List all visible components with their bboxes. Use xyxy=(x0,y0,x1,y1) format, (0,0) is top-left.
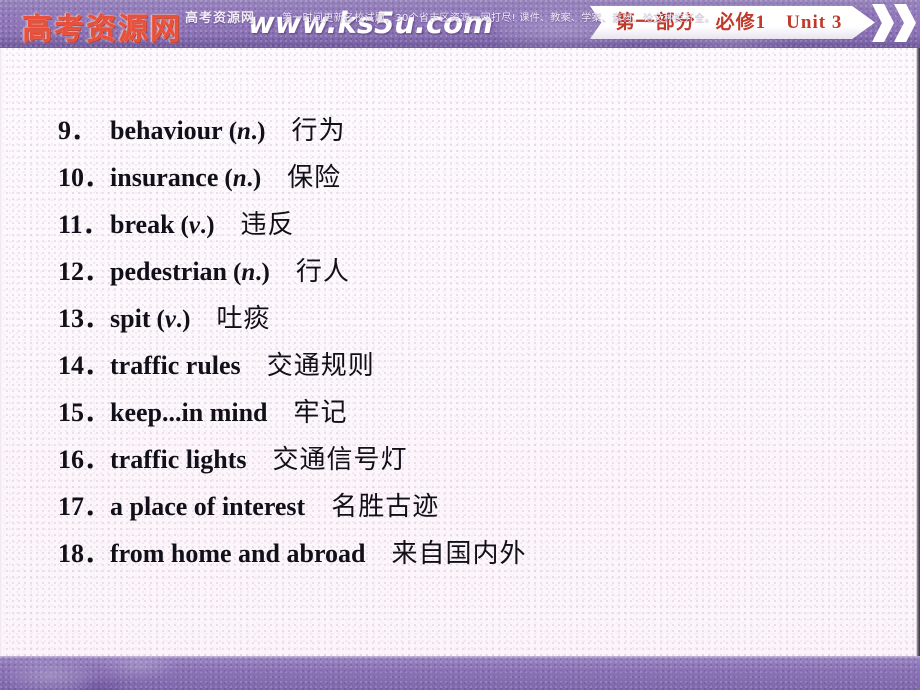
vocab-number: 17． xyxy=(58,492,111,521)
vocab-part-of-speech: (n.) xyxy=(224,165,262,192)
vocab-term: break xyxy=(110,210,175,239)
vocab-translation: 来自国内外 xyxy=(391,539,527,569)
vocab-row: 16． traffic lights 交通信号灯 xyxy=(58,439,878,486)
vocab-number: 11． xyxy=(58,210,109,239)
footer-highlight xyxy=(0,656,920,659)
vocab-number: 16． xyxy=(58,445,111,474)
slide-root: 高考资源网 www.ks5u.com 第一部分 必修1 Unit 3 9． beh… xyxy=(0,0,920,690)
vocab-number: 9． xyxy=(58,116,98,145)
vocab-term: traffic rules xyxy=(110,351,241,380)
vocab-term: keep...in mind xyxy=(110,398,268,427)
vocab-translation: 交通信号灯 xyxy=(272,445,408,475)
vocab-translation: 吐痰 xyxy=(216,304,271,334)
vocab-translation: 违反 xyxy=(240,210,295,240)
vocab-number: 12． xyxy=(58,257,111,286)
vocab-row: 9． behaviour (n.) 行为 xyxy=(58,110,878,157)
vocab-translation: 行人 xyxy=(295,257,350,287)
vocab-number: 18． xyxy=(58,539,111,568)
vocabulary-list: 9． behaviour (n.) 行为 10． insurance (n.) 保险 11． br… xyxy=(58,110,878,580)
slide-content: 9． behaviour (n.) 行为 10． insurance (n.) 保险 11． br… xyxy=(0,48,920,656)
vocab-part-of-speech: (n.) xyxy=(233,259,270,286)
vocab-row: 18． from home and abroad 来自国内外 xyxy=(58,533,878,580)
vocab-term: from home and abroad xyxy=(110,539,366,568)
vocab-number: 15． xyxy=(58,398,111,427)
vocab-term: insurance xyxy=(110,163,219,192)
vocab-translation: 名胜古迹 xyxy=(331,492,440,522)
vocab-part-of-speech: (v.) xyxy=(156,306,191,333)
footer-bar xyxy=(0,656,920,690)
vocab-translation: 牢记 xyxy=(293,398,348,428)
vocab-term: a place of interest xyxy=(110,492,306,521)
vocab-part-of-speech: (v.) xyxy=(180,212,215,239)
vocab-row: 17． a place of interest 名胜古迹 xyxy=(58,486,878,533)
vocab-number: 10． xyxy=(58,163,111,192)
vocab-term: spit xyxy=(110,304,151,333)
vocab-row: 15． keep...in mind 牢记 xyxy=(58,392,878,439)
vocab-row: 13． spit (v.) 吐痰 xyxy=(58,298,878,345)
site-logo: 高考资源网 xyxy=(22,12,182,47)
vocab-number: 14． xyxy=(58,351,111,380)
vocab-term: traffic lights xyxy=(110,445,247,474)
vocab-term: behaviour xyxy=(110,116,223,145)
vocab-row: 14． traffic rules 交通规则 xyxy=(58,345,878,392)
vocab-translation: 行为 xyxy=(291,116,346,146)
footer-logo: 高考资源网 xyxy=(185,11,256,26)
vocab-row: 12． pedestrian (n.) 行人 xyxy=(58,251,878,298)
footer-tagline: 第一时间更新名校试题，30个省市区资源一网打尽! 课件、教案、学案、素材、论文种… xyxy=(282,13,716,24)
vocab-row: 10． insurance (n.) 保险 xyxy=(58,157,878,204)
vocab-part-of-speech: (n.) xyxy=(228,118,266,145)
vocab-translation: 保险 xyxy=(287,163,342,193)
vocab-term: pedestrian xyxy=(110,257,228,286)
vocab-row: 11． break (v.) 违反 xyxy=(58,204,878,251)
footer-swirl-decoration xyxy=(0,656,220,690)
vocab-translation: 交通规则 xyxy=(266,351,375,381)
vocab-number: 13． xyxy=(58,304,111,333)
